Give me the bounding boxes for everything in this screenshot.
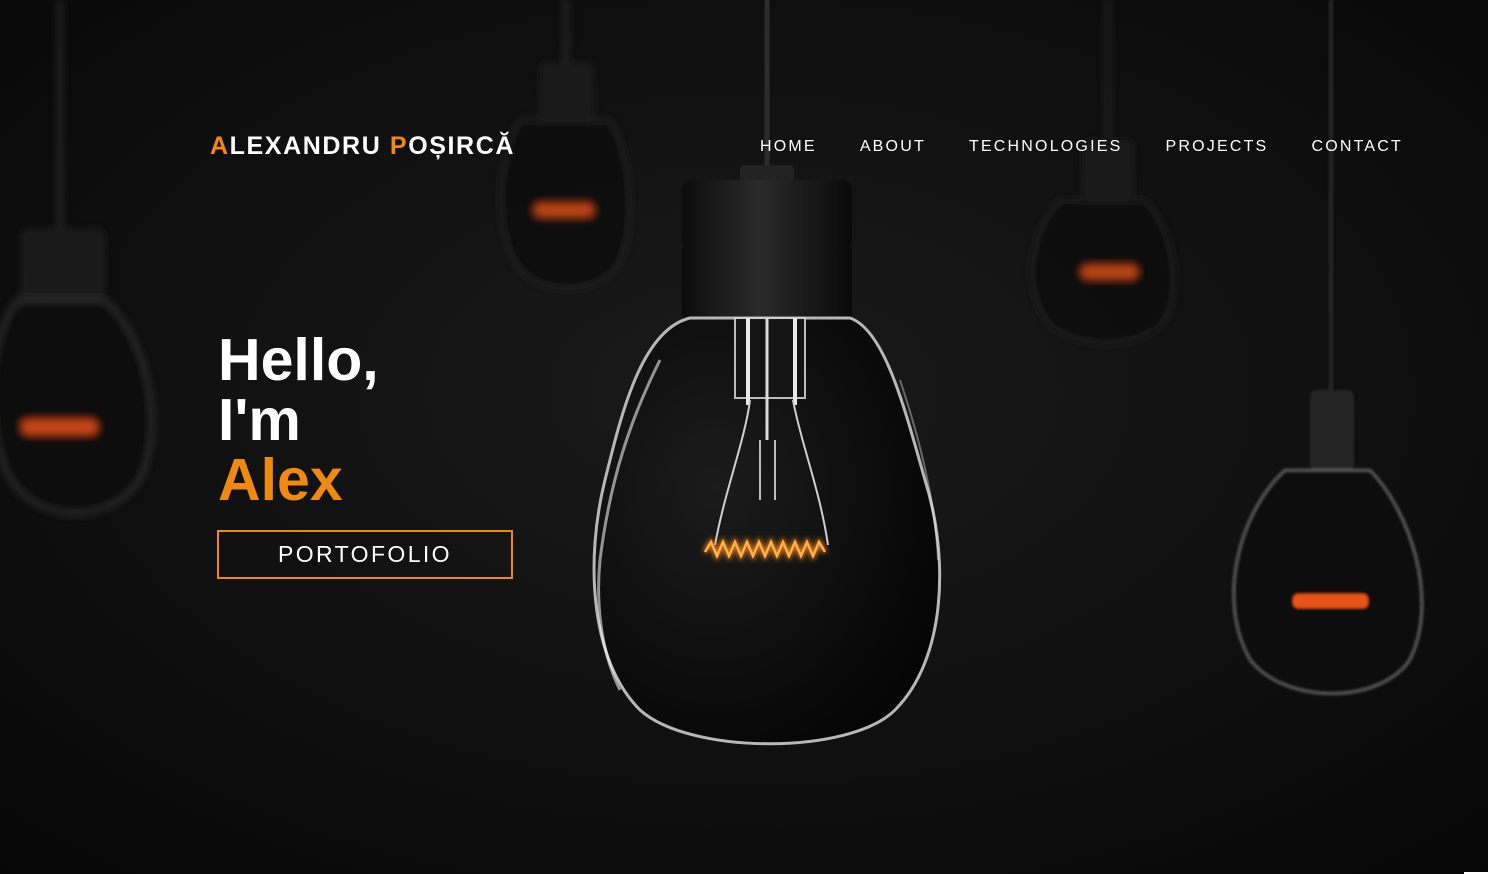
nav-link-about[interactable]: ABOUT xyxy=(860,137,926,157)
hero-intro: I'm xyxy=(218,387,301,453)
nav-link-projects[interactable]: PROJECTS xyxy=(1165,137,1268,157)
logo-last-name-rest: OȘIRCĂ xyxy=(408,132,516,160)
nav-link-contact[interactable]: CONTACT xyxy=(1311,137,1403,157)
site-logo[interactable]: ALEXANDRU POȘIRCĂ xyxy=(210,132,515,161)
nav-link-technologies[interactable]: TECHNOLOGIES xyxy=(969,137,1123,157)
logo-initial-first: A xyxy=(210,132,230,160)
hero-heading: Hello, I'm Alex xyxy=(218,330,379,510)
portfolio-button[interactable]: PORTOFOLIO xyxy=(217,530,513,579)
logo-initial-last: P xyxy=(389,132,409,160)
hero-name: Alex xyxy=(218,447,343,513)
nav-link-home[interactable]: HOME xyxy=(760,137,817,157)
hero-greeting: Hello, xyxy=(218,327,379,393)
logo-first-name-rest: LEXANDRU xyxy=(229,132,390,160)
main-navigation: HOME ABOUT TECHNOLOGIES PROJECTS CONTACT xyxy=(760,137,1403,157)
